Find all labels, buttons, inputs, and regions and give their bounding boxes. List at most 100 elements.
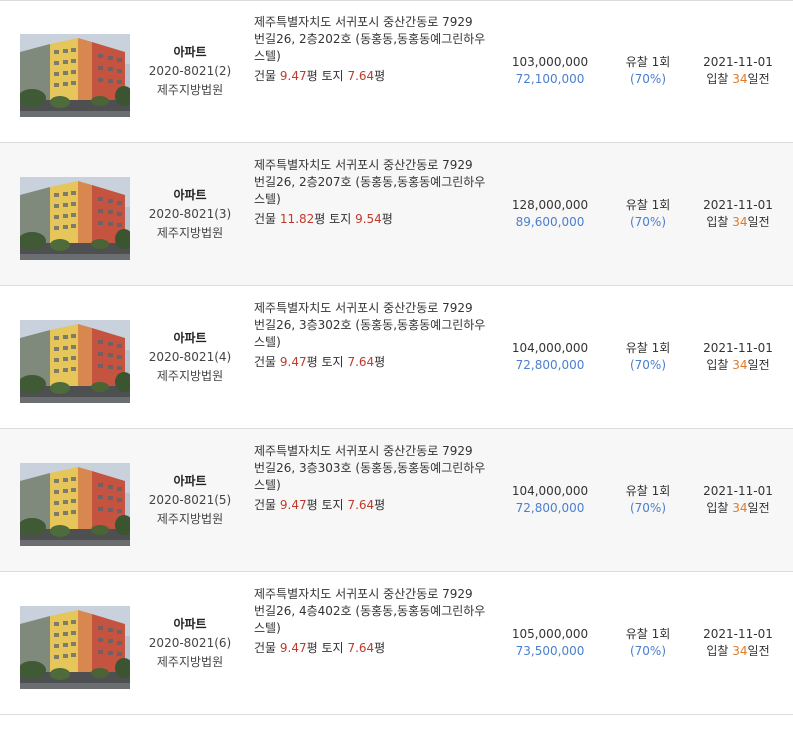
dday-prefix: 입찰: [706, 644, 733, 658]
building-area-value: 11.82: [279, 212, 315, 226]
property-thumbnail[interactable]: [20, 177, 130, 260]
minimum-bid-price: 73,500,000: [515, 644, 585, 658]
dday-days: 34: [732, 72, 748, 86]
property-thumbnail[interactable]: [20, 463, 130, 546]
appraisal-price: 103,000,000: [511, 55, 589, 69]
case-info: 아파트 2020-8021(3) 제주지방법원: [140, 186, 240, 243]
price-info: 128,000,000 89,600,000: [505, 197, 595, 231]
minimum-percent: (70%): [629, 215, 667, 229]
address-line: 스텔): [254, 335, 281, 349]
property-type: 아파트: [173, 331, 207, 345]
dday-days: 34: [732, 358, 748, 372]
area-info: 건물 9.47평 토지 7.64평: [254, 640, 494, 657]
address-block[interactable]: 제주특별자치도 서귀포시 중산간동로 7929 번길26, 2층202호 (동홍…: [254, 14, 494, 85]
case-number[interactable]: 2020-8021(6): [140, 634, 240, 653]
land-area-value: 7.64: [347, 355, 375, 369]
address-line: 제주특별자치도 서귀포시 중산간동로 7929: [254, 15, 473, 29]
listing-row[interactable]: 아파트 2020-8021(3) 제주지방법원 제주특별자치도 서귀포시 중산간…: [0, 143, 793, 286]
building-area-value: 9.47: [279, 498, 307, 512]
address-block[interactable]: 제주특별자치도 서귀포시 중산간동로 7929 번길26, 3층302호 (동홍…: [254, 300, 494, 371]
dday-info: 입찰 34일전: [698, 71, 778, 88]
area-info: 건물 9.47평 토지 7.64평: [254, 354, 494, 371]
case-number[interactable]: 2020-8021(3): [140, 205, 240, 224]
address-block[interactable]: 제주특별자치도 서귀포시 중산간동로 7929 번길26, 4층402호 (동홍…: [254, 586, 494, 657]
land-area-unit: 평: [374, 69, 386, 83]
property-thumbnail[interactable]: [20, 34, 130, 117]
listing-row[interactable]: 아파트 2020-8021(2) 제주지방법원 제주특별자치도 서귀포시 중산간…: [0, 0, 793, 143]
court-name: 제주지방법원: [156, 83, 224, 97]
failure-count: 유찰 1회: [625, 55, 671, 69]
property-type: 아파트: [173, 617, 207, 631]
price-info: 105,000,000 73,500,000: [505, 626, 595, 660]
address-line: 제주특별자치도 서귀포시 중산간동로 7929: [254, 587, 473, 601]
address-block[interactable]: 제주특별자치도 서귀포시 중산간동로 7929 번길26, 2층207호 (동홍…: [254, 157, 494, 228]
listing-row[interactable]: 아파트 2020-8021(4) 제주지방법원 제주특별자치도 서귀포시 중산간…: [0, 286, 793, 429]
building-area-unit: 평: [314, 212, 326, 226]
apartment-building-photo: [20, 34, 130, 117]
building-area-unit: 평: [306, 355, 318, 369]
land-area-label: 토지: [321, 355, 344, 369]
dday-info: 입찰 34일전: [698, 214, 778, 231]
land-area-unit: 평: [374, 498, 386, 512]
land-area-unit: 평: [374, 641, 386, 655]
price-info: 104,000,000 72,800,000: [505, 483, 595, 517]
appraisal-price: 104,000,000: [511, 341, 589, 355]
address-line: 번길26, 4층402호 (동홍동,동홍동예그린하우: [254, 604, 486, 618]
dday-info: 입찰 34일전: [698, 500, 778, 517]
minimum-percent: (70%): [629, 501, 667, 515]
auction-date: 2021-11-01: [703, 484, 773, 498]
address-line: 스텔): [254, 192, 281, 206]
address-line: 번길26, 3층302호 (동홍동,동홍동예그린하우: [254, 318, 486, 332]
building-area-label: 건물: [254, 212, 277, 226]
apartment-building-photo: [20, 606, 130, 689]
listing-row[interactable]: 아파트 2020-8021(6) 제주지방법원 제주특별자치도 서귀포시 중산간…: [0, 572, 793, 715]
land-area-label: 토지: [329, 212, 352, 226]
failure-count: 유찰 1회: [625, 627, 671, 641]
court-name: 제주지방법원: [156, 226, 224, 240]
minimum-bid-price: 72,800,000: [515, 501, 585, 515]
auction-date-info: 2021-11-01 입찰 34일전: [698, 197, 778, 231]
apartment-building-photo: [20, 177, 130, 260]
building-area-unit: 평: [306, 498, 318, 512]
failure-info: 유찰 1회 (70%): [618, 54, 678, 88]
dday-days: 34: [732, 644, 748, 658]
dday-info: 입찰 34일전: [698, 643, 778, 660]
failure-count: 유찰 1회: [625, 341, 671, 355]
building-area-value: 9.47: [279, 355, 307, 369]
dday-info: 입찰 34일전: [698, 357, 778, 374]
case-info: 아파트 2020-8021(4) 제주지방법원: [140, 329, 240, 386]
auction-date-info: 2021-11-01 입찰 34일전: [698, 483, 778, 517]
building-area-label: 건물: [254, 69, 277, 83]
case-info: 아파트 2020-8021(6) 제주지방법원: [140, 615, 240, 672]
failure-info: 유찰 1회 (70%): [618, 626, 678, 660]
address-block[interactable]: 제주특별자치도 서귀포시 중산간동로 7929 번길26, 3층303호 (동홍…: [254, 443, 494, 514]
property-thumbnail[interactable]: [20, 606, 130, 689]
minimum-percent: (70%): [629, 644, 667, 658]
auction-date: 2021-11-01: [703, 341, 773, 355]
address-line: 스텔): [254, 49, 281, 63]
minimum-bid-price: 72,800,000: [515, 358, 585, 372]
area-info: 건물 9.47평 토지 7.64평: [254, 68, 494, 85]
dday-suffix: 일전: [747, 72, 770, 86]
property-type: 아파트: [173, 474, 207, 488]
building-area-value: 9.47: [279, 69, 307, 83]
auction-date-info: 2021-11-01 입찰 34일전: [698, 340, 778, 374]
land-area-label: 토지: [321, 641, 344, 655]
land-area-unit: 평: [374, 355, 386, 369]
address-line: 번길26, 3층303호 (동홍동,동홍동예그린하우: [254, 461, 486, 475]
case-number[interactable]: 2020-8021(5): [140, 491, 240, 510]
listing-row[interactable]: 아파트 2020-8021(5) 제주지방법원 제주특별자치도 서귀포시 중산간…: [0, 429, 793, 572]
case-number[interactable]: 2020-8021(2): [140, 62, 240, 81]
case-number[interactable]: 2020-8021(4): [140, 348, 240, 367]
auction-date-info: 2021-11-01 입찰 34일전: [698, 626, 778, 660]
address-line: 스텔): [254, 621, 281, 635]
property-thumbnail[interactable]: [20, 320, 130, 403]
appraisal-price: 104,000,000: [511, 484, 589, 498]
auction-date: 2021-11-01: [703, 627, 773, 641]
land-area-value: 7.64: [347, 69, 375, 83]
failure-count: 유찰 1회: [625, 198, 671, 212]
land-area-label: 토지: [321, 69, 344, 83]
minimum-percent: (70%): [629, 72, 667, 86]
apartment-building-photo: [20, 320, 130, 403]
dday-prefix: 입찰: [706, 215, 733, 229]
